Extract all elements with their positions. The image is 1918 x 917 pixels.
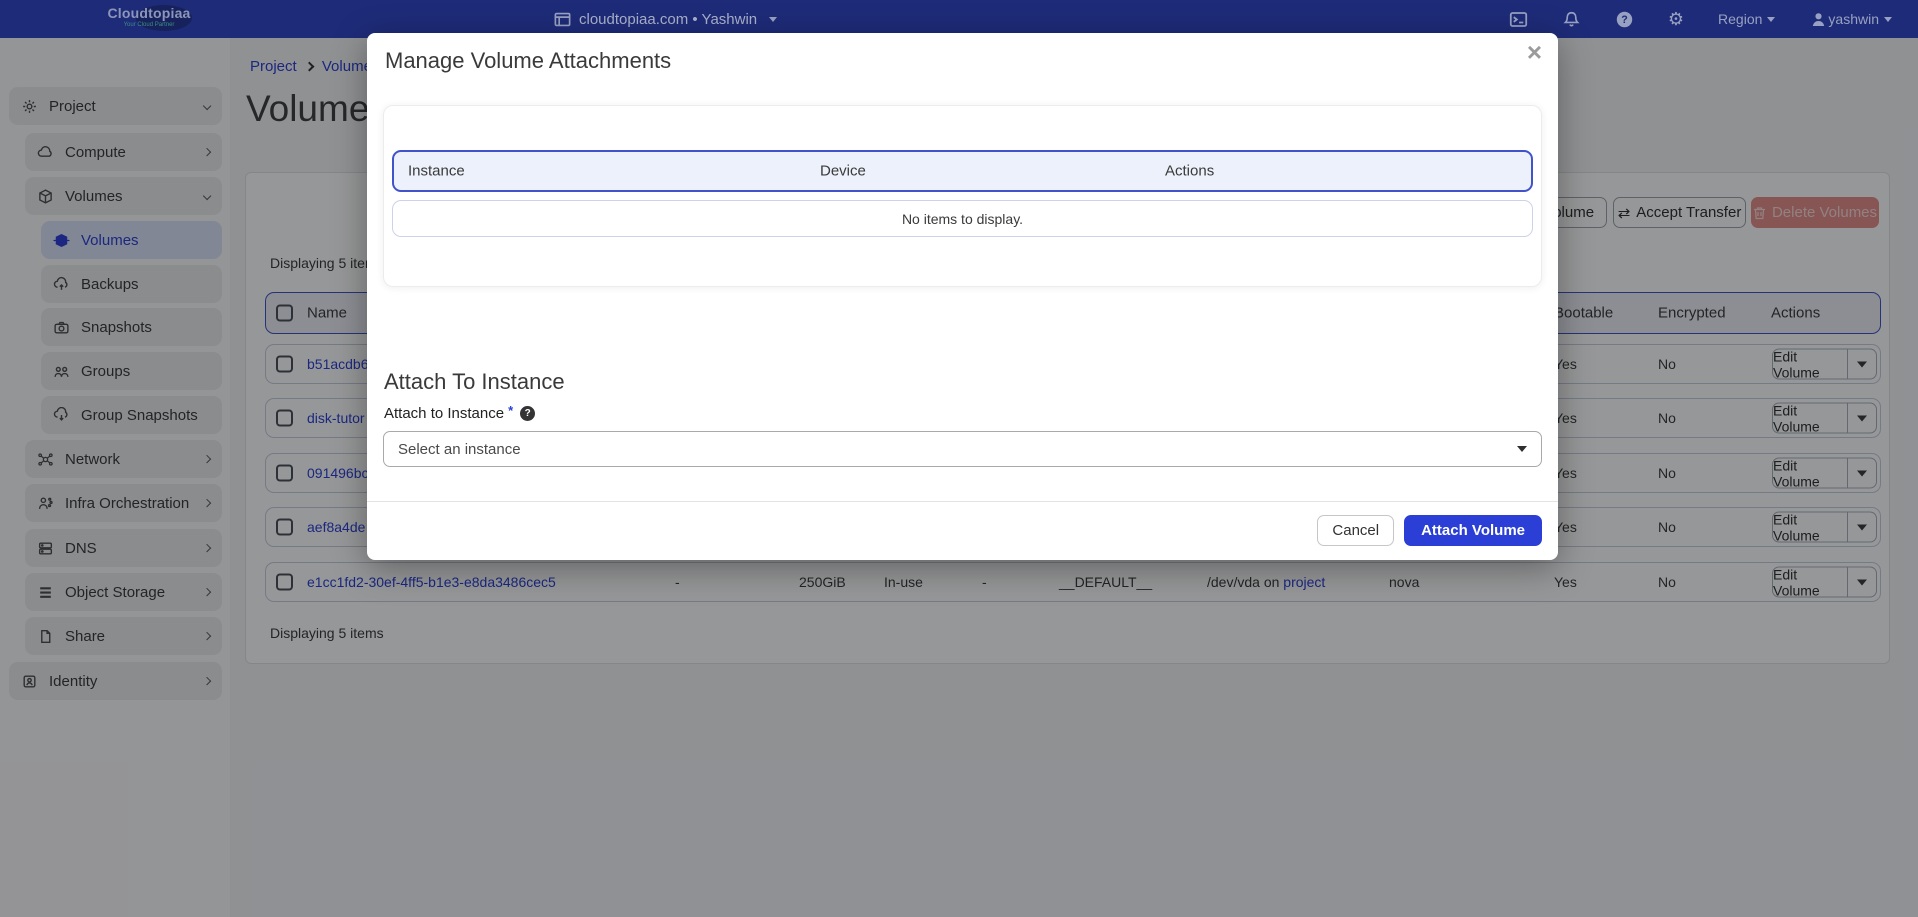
user-menu[interactable]: yashwin	[1809, 10, 1892, 29]
region-label: Region	[1718, 11, 1762, 27]
svg-text:?: ?	[1621, 14, 1628, 26]
brand-tagline: Your Cloud Partner	[84, 22, 214, 28]
gear-icon: ⚙	[1668, 10, 1684, 29]
close-icon[interactable]: ×	[1527, 39, 1542, 65]
required-asterisk: *	[508, 403, 513, 418]
notifications-button[interactable]	[1562, 10, 1581, 29]
attach-field-label-row: Attach to Instance * ?	[384, 405, 535, 422]
attach-volume-button[interactable]: Attach Volume	[1404, 515, 1542, 546]
attach-field-label: Attach to Instance	[384, 405, 504, 422]
footer-divider	[367, 501, 1558, 502]
caret-down-icon	[769, 17, 777, 22]
terminal-icon	[1509, 10, 1528, 29]
context-label: cloudtopiaa.com • Yashwin	[579, 11, 757, 28]
console-button[interactable]	[1509, 10, 1528, 29]
instance-select-value: Select an instance	[398, 441, 521, 458]
settings-button[interactable]: ⚙	[1668, 10, 1684, 29]
column-header-instance: Instance	[408, 163, 465, 180]
brand-logo[interactable]: Cloudtopiaa Your Cloud Partner	[84, 5, 214, 28]
help-circle-icon: ?	[1615, 10, 1634, 29]
column-header-actions: Actions	[1165, 163, 1214, 180]
domain-icon	[553, 10, 572, 29]
empty-state-row: No items to display.	[392, 200, 1533, 237]
caret-down-icon	[1884, 17, 1892, 22]
instance-select[interactable]: Select an instance	[383, 431, 1542, 467]
cancel-button[interactable]: Cancel	[1317, 515, 1394, 546]
caret-down-icon	[1517, 446, 1527, 452]
help-button[interactable]: ?	[1615, 10, 1634, 29]
app-window: Cloudtopiaa Your Cloud Partner cloudtopi…	[0, 0, 1918, 917]
region-menu[interactable]: Region	[1718, 11, 1775, 27]
attach-section-title: Attach To Instance	[384, 369, 565, 395]
attachments-table-header: Instance Device Actions	[392, 150, 1533, 192]
help-icon[interactable]: ?	[520, 406, 535, 421]
user-icon	[1809, 10, 1828, 29]
bell-icon	[1562, 10, 1581, 29]
manage-volume-attachments-modal: Manage Volume Attachments × Instance Dev…	[367, 33, 1558, 560]
caret-down-icon	[1767, 17, 1775, 22]
modal-title: Manage Volume Attachments	[385, 48, 671, 74]
column-header-device: Device	[820, 163, 866, 180]
brand-name: Cloudtopiaa	[84, 5, 214, 21]
user-label: yashwin	[1828, 11, 1879, 27]
attachments-table-card: Instance Device Actions No items to disp…	[383, 105, 1542, 287]
